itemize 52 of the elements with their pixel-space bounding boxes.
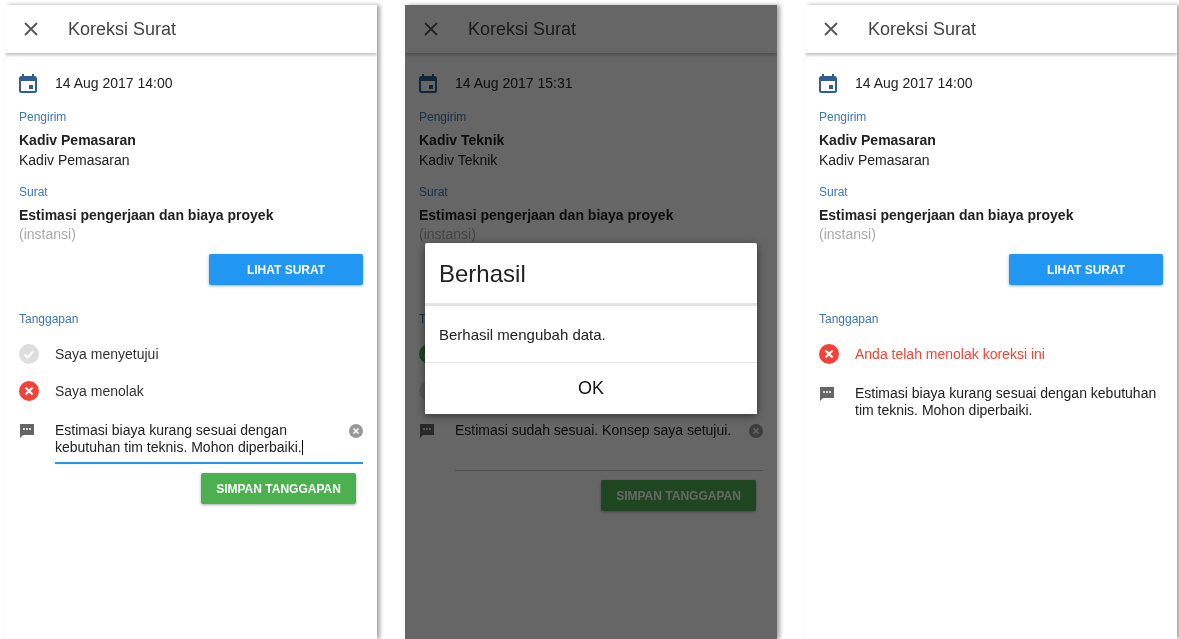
screen-title: Koreksi Surat	[868, 18, 977, 40]
dialog-title: Berhasil	[439, 260, 526, 287]
comment-icon	[419, 423, 435, 439]
sender-role: Kadiv Teknik	[419, 152, 499, 168]
option-label[interactable]: Saya menolak	[55, 383, 144, 399]
response-status: Anda telah menolak koreksi ini	[855, 346, 1045, 362]
check-circle-icon[interactable]	[19, 344, 39, 364]
sender-name: Kadiv Pemasaran	[19, 132, 137, 148]
comment-icon	[819, 386, 835, 402]
text-cursor	[301, 440, 303, 455]
comment-field[interactable]: Estimasi sudah sesuai. Konsep saya setujui.	[455, 422, 763, 471]
view-letter-button[interactable]: LIHAT SURAT	[1009, 254, 1163, 285]
dialog-message: Berhasil mengubah data.	[439, 326, 606, 343]
comment-text: Estimasi biaya kurang sesuai dengan kebutuhan tim teknis. Mohon diperbaiki.	[855, 385, 1158, 420]
calendar-icon	[19, 73, 37, 93]
letter-title: Estimasi pengerjaan dan biaya proyek	[819, 207, 1075, 223]
cross-circle-icon[interactable]	[19, 381, 39, 401]
letter-title: Estimasi pengerjaan dan biaya proyek	[419, 207, 675, 223]
letter-note: (instansi)	[819, 226, 877, 242]
letter-note: (instansi)	[19, 226, 77, 242]
clear-icon[interactable]	[749, 424, 763, 438]
view-letter-button[interactable]: LIHAT SURAT	[209, 254, 363, 285]
comment-icon	[19, 423, 35, 439]
comment-field[interactable]: Estimasi biaya kurang sesuai dengan kebutuhan tim teknis. Mohon diperbaiki.	[55, 422, 363, 464]
clear-icon[interactable]	[349, 424, 363, 438]
save-response-button[interactable]: SIMPAN TANGGAPAN	[601, 480, 756, 511]
calendar-icon	[819, 73, 837, 93]
cross-circle-icon[interactable]	[819, 344, 839, 364]
section-label: Pengirim	[19, 110, 67, 124]
sender-role: Kadiv Pemasaran	[19, 152, 131, 168]
section-label: Pengirim	[819, 110, 867, 124]
section-label: Tanggapan	[819, 312, 879, 326]
sender-name: Kadiv Teknik	[419, 132, 506, 148]
save-response-button[interactable]: SIMPAN TANGGAPAN	[201, 473, 356, 504]
date-text: 14 Aug 2017 14:00	[55, 75, 173, 91]
screen-title: Koreksi Surat	[68, 18, 177, 40]
letter-title: Estimasi pengerjaan dan biaya proyek	[19, 207, 275, 223]
ok-button[interactable]: OK	[425, 363, 757, 414]
sender-name: Kadiv Pemasaran	[819, 132, 937, 148]
section-label: Pengirim	[419, 110, 467, 124]
section-label: Surat	[19, 185, 48, 199]
date-text: 14 Aug 2017 14:00	[855, 75, 973, 91]
option-label[interactable]: Saya menyetujui	[55, 346, 159, 362]
section-label: Tanggapan	[19, 312, 79, 326]
section-label: Surat	[419, 185, 448, 199]
close-icon[interactable]	[24, 22, 38, 36]
calendar-icon	[419, 73, 437, 93]
screen-title: Koreksi Surat	[468, 18, 577, 40]
sender-role: Kadiv Pemasaran	[819, 152, 931, 168]
close-icon[interactable]	[824, 22, 838, 36]
section-label: Surat	[819, 185, 848, 199]
date-text: 14 Aug 2017 15:31	[455, 75, 573, 91]
